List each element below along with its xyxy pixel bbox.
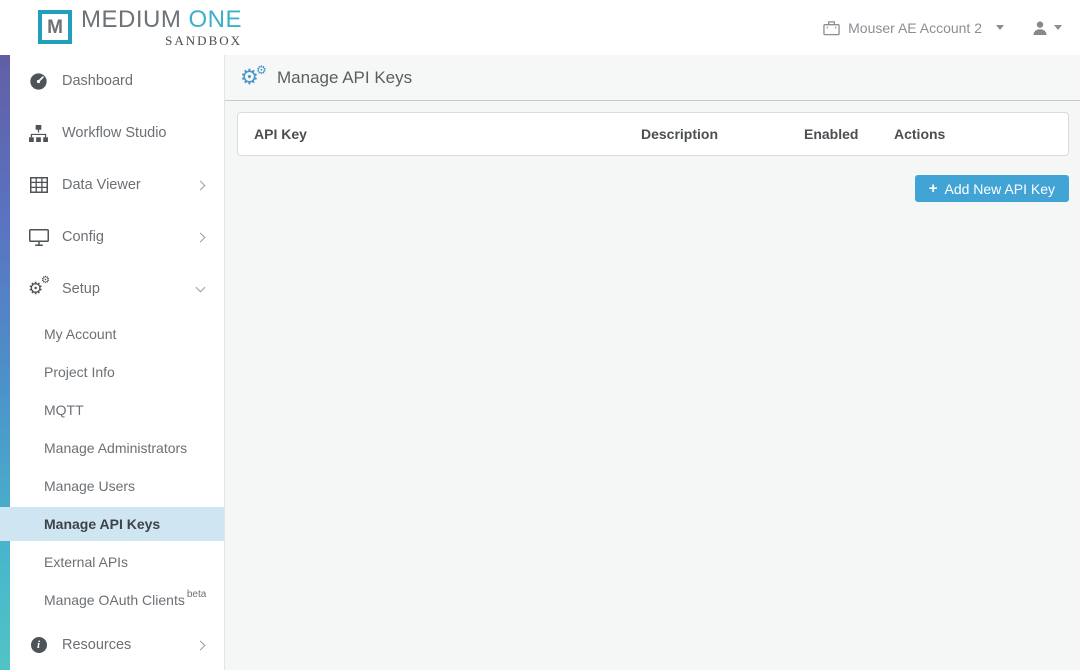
chevron-right-icon	[197, 234, 204, 241]
sidebar: Dashboard Workflow Studio	[0, 55, 225, 670]
sidebar-item-label: Data Viewer	[62, 177, 141, 193]
column-header-api-key: API Key	[238, 126, 641, 142]
info-icon: i	[28, 637, 49, 653]
cogs-icon: ⚙ ⚙	[240, 66, 268, 90]
sidebar-item-label: Resources	[62, 637, 131, 653]
chevron-down-icon	[197, 287, 204, 291]
sidebar-subitem-manage-api-keys[interactable]: Manage API Keys	[0, 507, 224, 541]
sidebar-item-resources[interactable]: i Resources	[0, 619, 224, 671]
column-header-description: Description	[641, 126, 804, 142]
brand-word-one: ONE	[189, 6, 243, 33]
sidebar-subitem-label: Project Info	[44, 364, 115, 380]
user-icon	[1032, 20, 1048, 36]
dashboard-icon	[28, 72, 49, 91]
api-keys-table-header: API Key Description Enabled Actions	[237, 112, 1069, 156]
sidebar-subitem-label: External APIs	[44, 554, 128, 570]
sidebar-subitem-label: Manage OAuth Clients	[44, 592, 185, 608]
user-menu[interactable]	[1032, 20, 1062, 36]
cogs-icon: ⚙ ⚙	[28, 279, 49, 299]
sidebar-item-workflow-studio[interactable]: Workflow Studio	[0, 107, 224, 159]
sidebar-subitem-mqtt[interactable]: MQTT	[0, 391, 224, 429]
brand-name: MEDIUM ONE	[81, 6, 242, 34]
sidebar-item-config[interactable]: Config	[0, 211, 224, 263]
sidebar-item-label: Dashboard	[62, 73, 133, 89]
page-title-bar: ⚙ ⚙ Manage API Keys	[225, 55, 1080, 101]
add-new-api-key-button[interactable]: + Add New API Key	[915, 175, 1069, 202]
sidebar-subitem-label: Manage API Keys	[44, 516, 160, 532]
sidebar-subitem-my-account[interactable]: My Account	[0, 315, 224, 353]
account-selector[interactable]: Mouser AE Account 2	[823, 20, 1004, 36]
sidebar-item-label: Workflow Studio	[62, 125, 167, 141]
sidebar-subitem-external-apis[interactable]: External APIs	[0, 543, 224, 581]
sidebar-subitem-project-info[interactable]: Project Info	[0, 353, 224, 391]
sidebar-subitem-manage-oauth-clients[interactable]: Manage OAuth Clients beta	[0, 581, 224, 619]
sidebar-item-label: Setup	[62, 281, 100, 297]
logo-text: MEDIUM ONE SANDBOX	[81, 6, 242, 49]
sidebar-subitem-label: Manage Users	[44, 478, 135, 494]
caret-down-icon	[996, 25, 1004, 30]
plus-icon: +	[929, 181, 938, 196]
top-bar-right: Mouser AE Account 2	[823, 20, 1062, 36]
brand-logo[interactable]: M MEDIUM ONE SANDBOX	[38, 6, 242, 49]
add-button-label: Add New API Key	[944, 181, 1055, 197]
main-content: ⚙ ⚙ Manage API Keys API Key Description …	[225, 55, 1080, 670]
desktop-icon	[28, 229, 49, 246]
sidebar-subitem-label: Manage Administrators	[44, 440, 187, 456]
logo-letter: M	[47, 18, 63, 37]
sidebar-item-dashboard[interactable]: Dashboard	[0, 55, 224, 107]
chevron-right-icon	[197, 642, 204, 649]
account-label: Mouser AE Account 2	[848, 20, 982, 36]
top-bar: M MEDIUM ONE SANDBOX Mouser AE Account 2	[0, 0, 1080, 55]
sidebar-subitem-manage-users[interactable]: Manage Users	[0, 467, 224, 505]
brand-tagline: SANDBOX	[165, 33, 242, 49]
sidebar-subitem-manage-administrators[interactable]: Manage Administrators	[0, 429, 224, 467]
app-window: M MEDIUM ONE SANDBOX Mouser AE Account 2	[0, 0, 1080, 670]
page-title: Manage API Keys	[277, 68, 412, 88]
sidebar-subitem-label: MQTT	[44, 402, 84, 418]
table-icon	[28, 177, 49, 193]
briefcase-icon	[823, 20, 840, 36]
sidebar-nav: Dashboard Workflow Studio	[0, 55, 224, 671]
button-row: + Add New API Key	[225, 175, 1069, 202]
column-header-enabled: Enabled	[804, 126, 894, 142]
sitemap-icon	[28, 125, 49, 142]
sidebar-item-data-viewer[interactable]: Data Viewer	[0, 159, 224, 211]
brand-word-medium: MEDIUM	[81, 6, 181, 33]
logo-mark-icon: M	[38, 10, 72, 44]
column-header-actions: Actions	[894, 126, 1068, 142]
chevron-right-icon	[197, 182, 204, 189]
sidebar-item-setup[interactable]: ⚙ ⚙ Setup	[0, 263, 224, 315]
caret-down-icon	[1054, 25, 1062, 30]
sidebar-subitem-label: My Account	[44, 326, 116, 342]
sidebar-item-label: Config	[62, 229, 104, 245]
